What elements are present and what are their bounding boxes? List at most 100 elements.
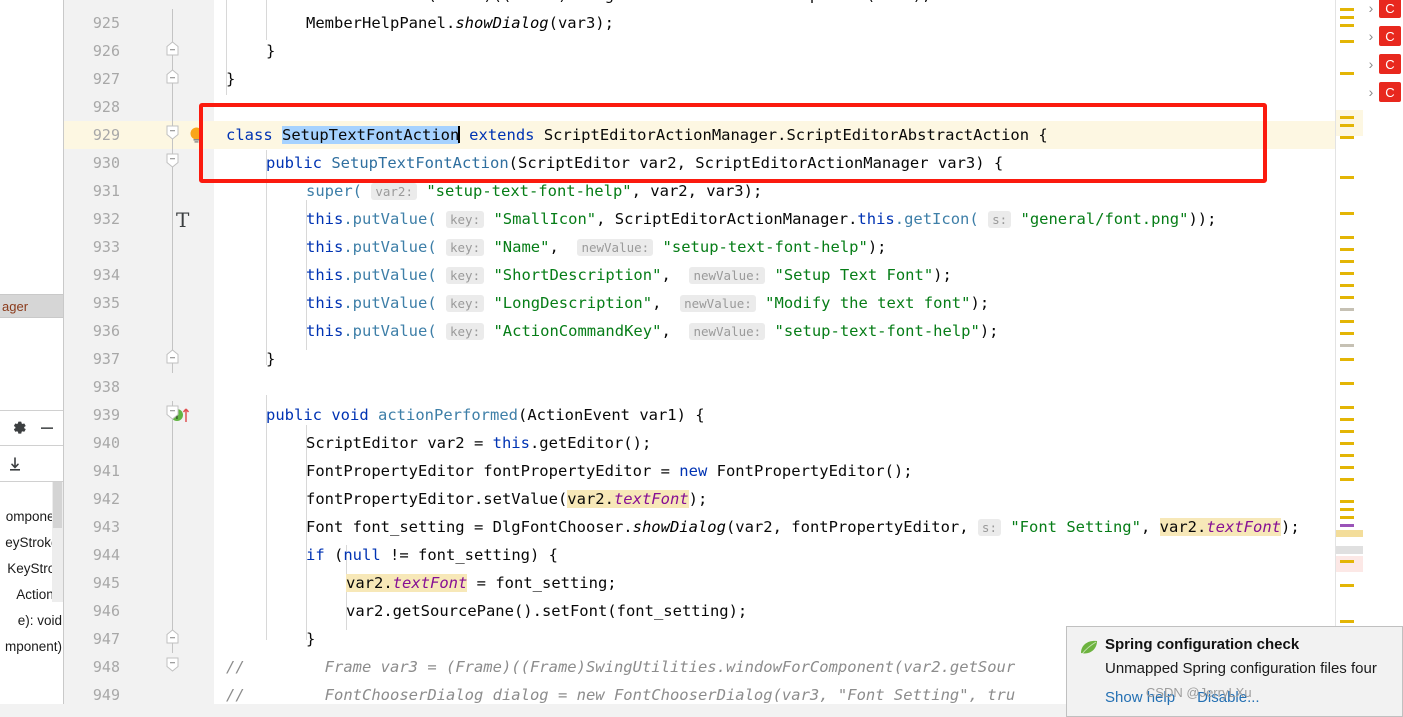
intention-bulb-icon[interactable] <box>188 126 205 144</box>
code-line: fontPropertyEditor.setValue(var2.textFon… <box>214 485 1335 513</box>
code-line: this.putValue( key: "LongDescription", n… <box>306 294 990 312</box>
code-line: } <box>214 65 1335 93</box>
line-number: 936 <box>92 322 120 340</box>
notification-balloon[interactable]: Spring configuration check Unmapped Spri… <box>1066 626 1403 717</box>
code-call: .putValue( <box>343 238 437 256</box>
error-row[interactable]: › C <box>1363 0 1403 22</box>
text-marker-icon[interactable]: T <box>176 208 189 232</box>
code-line: MemberHelpPanel.showDialog(var3); <box>214 9 1335 37</box>
code-string: "ActionCommandKey" <box>493 322 662 340</box>
code-keyword: this <box>306 294 344 312</box>
code-line: this.putValue( key: "ShortDescription", … <box>306 266 952 284</box>
code-text: ); <box>688 490 708 508</box>
code-editor[interactable]: 925 926 927 928 929 930 931 932 T 933 93… <box>64 0 1335 717</box>
code-keyword: this <box>306 266 344 284</box>
line-number: 938 <box>92 378 120 396</box>
fold-marker-icon[interactable] <box>166 41 179 56</box>
line-number: 926 <box>92 42 120 60</box>
fold-marker-expanded-icon[interactable] <box>166 125 179 140</box>
gear-icon[interactable] <box>10 419 28 437</box>
code-text: var2. <box>567 490 614 508</box>
line-number: 928 <box>92 98 120 116</box>
code-string: "setup-text-font-help" <box>662 238 868 256</box>
error-row[interactable]: › C <box>1363 78 1403 106</box>
error-stripe[interactable] <box>1335 0 1364 717</box>
code-keyword: this <box>492 434 530 452</box>
code-text: (var2, fontPropertyEditor, <box>725 518 978 536</box>
code-line: ScriptEditor var2 = this.getEditor(); <box>214 429 1335 457</box>
left-tool-panel: ager omponen eyStroke| KeyStrok Action):… <box>0 0 64 717</box>
code-text: != font_setting) { <box>380 546 558 564</box>
code-text: FontPropertyEditor fontPropertyEditor = <box>306 462 680 480</box>
line-number: 946 <box>92 602 120 620</box>
notification-title: Spring configuration check <box>1105 636 1300 653</box>
code-text: , var2, var3); <box>631 182 763 200</box>
code-text: (ActionEvent var1) { <box>518 406 705 424</box>
fold-marker-icon[interactable] <box>166 69 179 84</box>
code-text: } <box>266 350 276 368</box>
param-hint: newValue: <box>689 267 766 284</box>
code-line: super( var2: "setup-text-font-help", var… <box>214 177 1335 205</box>
fold-marker-expanded-icon[interactable] <box>166 153 179 168</box>
code-line: if (null != font_setting) { <box>214 541 1335 569</box>
code-text: var2.getSourcePane().setFont(font_settin… <box>346 602 748 620</box>
line-number: 948 <box>92 658 120 676</box>
text-caret <box>458 126 460 143</box>
error-badge[interactable]: C <box>1379 0 1401 18</box>
editor-text-area[interactable]: Frame var3 = (Frame)((Frame)SwingUtiliti… <box>214 0 1335 717</box>
param-hint: key: <box>446 323 485 340</box>
list-item[interactable]: e): void <box>0 608 63 634</box>
code-text: ( <box>324 546 344 564</box>
line-number: 941 <box>92 462 120 480</box>
minimize-icon[interactable] <box>38 419 56 437</box>
code-text: ); <box>1280 518 1300 536</box>
code-string: "LongDescription" <box>493 294 653 312</box>
fold-marker-icon[interactable] <box>166 629 179 644</box>
code-string: "SmallIcon" <box>493 210 597 228</box>
editor-gutter[interactable]: 925 926 927 928 929 930 931 932 T 933 93… <box>64 0 214 717</box>
line-number: 925 <box>92 14 120 32</box>
code-text: Frame var3 = (Frame)((Frame)SwingUtiliti… <box>306 0 931 4</box>
chevron-right-icon[interactable]: › <box>1363 56 1379 72</box>
error-badge[interactable]: C <box>1379 54 1401 74</box>
code-keyword: null <box>343 546 381 564</box>
code-line: Frame var3 = (Frame)((Frame)SwingUtiliti… <box>214 0 1335 9</box>
fold-marker-icon[interactable] <box>166 349 179 364</box>
code-line: this.putValue( key: "SmallIcon", ScriptE… <box>214 205 1335 233</box>
code-line: this.putValue( key: "Name", newValue: "s… <box>306 238 887 256</box>
line-number: 930 <box>92 154 120 172</box>
left-panel-tab-label: ager <box>2 298 29 314</box>
code-keyword: this <box>306 322 344 340</box>
param-hint: newValue: <box>689 323 766 340</box>
code-comment: FontChooserDialog dialog = new FontChoos… <box>324 686 1016 704</box>
fold-marker-expanded-icon[interactable] <box>166 657 179 672</box>
left-panel-toolbar <box>0 410 63 446</box>
error-badge[interactable]: C <box>1379 26 1401 46</box>
left-panel-scrollbar[interactable] <box>52 482 63 602</box>
list-item[interactable]: mponent) <box>0 634 63 660</box>
fold-marker-expanded-icon[interactable] <box>166 405 179 420</box>
code-line: } <box>214 37 1335 65</box>
left-panel-tab[interactable]: ager <box>0 294 63 318</box>
scrollbar-thumb[interactable] <box>53 482 62 528</box>
error-row[interactable]: › C <box>1363 50 1403 78</box>
code-method-name: actionPerformed <box>378 406 518 424</box>
code-keyword: this <box>857 210 895 228</box>
line-number: 943 <box>92 518 120 536</box>
error-row[interactable]: › C <box>1363 22 1403 50</box>
error-badge[interactable]: C <box>1379 82 1401 102</box>
chevron-right-icon[interactable]: › <box>1363 84 1379 100</box>
line-number: 939 <box>92 406 120 424</box>
code-text: (ScriptEditor var2, ScriptEditorActionMa… <box>508 154 1004 172</box>
chevron-right-icon[interactable]: › <box>1363 28 1379 44</box>
code-text: var2. <box>1159 518 1207 536</box>
ide-window: ager omponen eyStroke| KeyStrok Action):… <box>0 0 1403 717</box>
code-keyword: public <box>266 406 322 424</box>
chevron-right-icon[interactable]: › <box>1363 0 1379 16</box>
export-icon[interactable] <box>6 455 24 473</box>
code-selected-identifier: SetupTextFontAction <box>282 126 460 144</box>
param-hint: newValue: <box>577 239 654 256</box>
line-number: 927 <box>92 70 120 88</box>
spring-leaf-icon <box>1081 640 1097 655</box>
